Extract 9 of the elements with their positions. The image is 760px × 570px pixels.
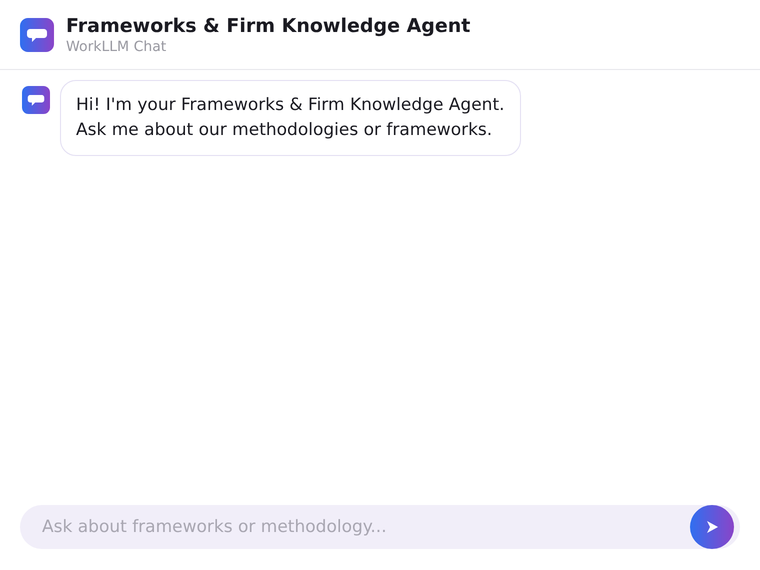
message-bubble: Hi! I'm your Frameworks & Firm Knowledge Agent. Ask me about our methodologies or frameworks. — [60, 80, 521, 156]
send-button[interactable] — [690, 505, 734, 549]
composer-bar[interactable]: Ask about frameworks or methodology... — [20, 505, 740, 549]
message-input[interactable]: Ask about frameworks or methodology... — [42, 512, 690, 542]
chat-bubble-icon — [22, 86, 50, 114]
chat-bubble-icon — [20, 18, 54, 52]
chat-subtitle: WorkLLM Chat — [66, 38, 168, 56]
chat-title: Frameworks & Firm Knowledge Agent — [66, 14, 470, 38]
send-arrow-icon — [704, 519, 720, 535]
